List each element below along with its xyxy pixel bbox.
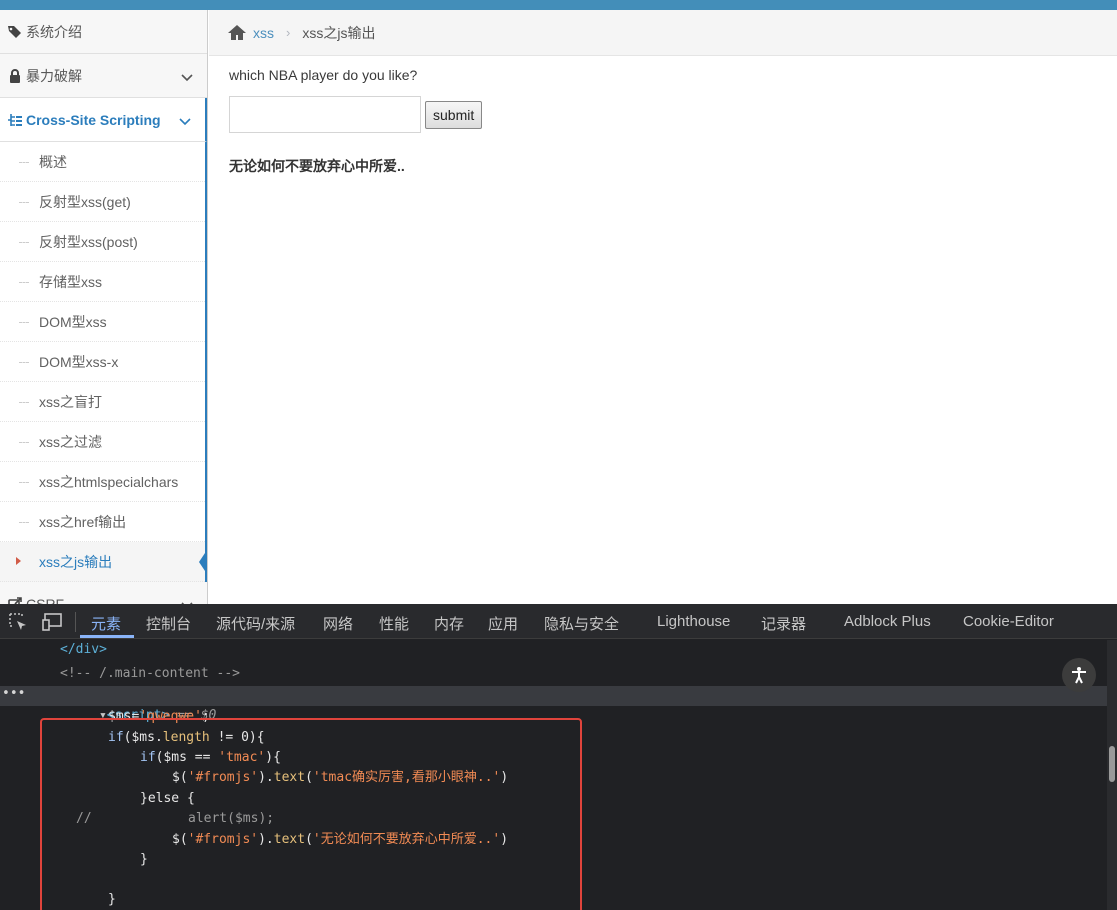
active-caret-icon (199, 550, 207, 574)
devtools-panel: 元素 控制台 源代码/来源 网络 性能 内存 应用 隐私与安全 Lighthou… (0, 604, 1117, 910)
xss-submenu: 概述 反射型xss(get) 反射型xss(post) 存储型xss DOM型x… (0, 142, 207, 582)
code-close-div[interactable]: </div> (60, 642, 107, 657)
breadcrumb-current: xss之js输出 (302, 24, 376, 41)
tab-console[interactable]: 控制台 (146, 613, 191, 634)
share-icon (6, 596, 24, 604)
submenu-item-htmlspecialchars[interactable]: xss之htmlspecialchars (0, 462, 205, 502)
top-navbar (0, 0, 1117, 10)
tab-application[interactable]: 应用 (488, 613, 518, 634)
sidebar-item-bruteforce[interactable]: 暴力破解 (0, 54, 207, 98)
submenu-item-dom[interactable]: DOM型xss (0, 302, 205, 342)
sidebar: 系统介绍 暴力破解 Cross-Site Scripting 概述 反射型xss… (0, 10, 208, 604)
scrollbar-thumb[interactable] (1109, 746, 1115, 782)
tab-network[interactable]: 网络 (323, 613, 353, 634)
fromjs-output: 无论如何不要放弃心中所爱.. (229, 158, 405, 174)
chevron-down-icon (179, 113, 191, 129)
search-form: submit (229, 96, 1109, 133)
question-label: which NBA player do you like? (229, 67, 418, 83)
tags-icon (6, 25, 24, 39)
submenu-item-href[interactable]: xss之href输出 (0, 502, 205, 542)
tree-icon (6, 113, 24, 127)
submenu-item-stored[interactable]: 存储型xss (0, 262, 205, 302)
submenu-item-label: xss之过滤 (39, 433, 102, 450)
lock-icon (6, 68, 24, 83)
inspect-element-icon[interactable] (8, 612, 28, 636)
submenu-item-label: xss之htmlspecialchars (39, 473, 179, 490)
sidebar-item-xss[interactable]: Cross-Site Scripting (0, 98, 207, 142)
tab-cookie-editor[interactable]: Cookie-Editor (963, 613, 1054, 630)
submenu-item-label: 存储型xss (39, 273, 102, 290)
breadcrumb-link-xss[interactable]: xss (253, 25, 274, 41)
submenu-item-label: 反射型xss(get) (39, 193, 131, 210)
tab-memory[interactable]: 内存 (434, 613, 464, 634)
player-input[interactable] (229, 96, 421, 133)
tab-privacy-security[interactable]: 隐私与安全 (544, 613, 619, 634)
device-toolbar-icon[interactable] (42, 612, 64, 636)
sidebar-item-label: CSRF (26, 595, 65, 605)
submenu-item-reflected-get[interactable]: 反射型xss(get) (0, 182, 205, 222)
main-content: which NBA player do you like? submit 无论如… (229, 56, 1109, 176)
submenu-item-dom-x[interactable]: DOM型xss-x (0, 342, 205, 382)
active-tab-indicator (80, 635, 134, 638)
submit-button[interactable]: submit (425, 100, 483, 129)
submenu-item-js-output[interactable]: xss之js输出 (0, 542, 207, 582)
code-comment[interactable]: <!-- /.main-content --> (60, 666, 240, 681)
sidebar-item-label: 暴力破解 (26, 67, 82, 84)
sidebar-item-csrf[interactable]: CSRF (0, 582, 207, 604)
submenu-item-label: DOM型xss-x (39, 353, 119, 370)
more-options-icon[interactable]: ••• (2, 686, 25, 701)
submenu-item-blind[interactable]: xss之盲打 (0, 382, 205, 422)
submenu-item-label: 反射型xss(post) (39, 233, 138, 250)
submenu-item-filter[interactable]: xss之过滤 (0, 422, 205, 462)
chevron-right-icon: › (286, 25, 291, 40)
tab-sources[interactable]: 源代码/来源 (216, 613, 295, 634)
sidebar-item-intro[interactable]: 系统介绍 (0, 10, 207, 54)
submenu-item-label: xss之盲打 (39, 393, 102, 410)
submenu-item-reflected-post[interactable]: 反射型xss(post) (0, 222, 205, 262)
red-highlight-box (40, 718, 582, 910)
submenu-item-overview[interactable]: 概述 (0, 142, 205, 182)
submenu-item-label: DOM型xss (39, 313, 107, 330)
tab-elements[interactable]: 元素 (91, 613, 121, 634)
accessibility-icon[interactable] (1062, 658, 1096, 692)
toolbar-divider (75, 612, 76, 632)
sidebar-item-label: Cross-Site Scripting (26, 111, 161, 128)
active-arrow-icon (16, 557, 21, 565)
elements-tree[interactable]: ••• </div> <!-- /.main-content --> ▾<scr… (0, 640, 1107, 910)
tab-lighthouse[interactable]: Lighthouse (657, 613, 730, 630)
chevron-down-icon (181, 69, 193, 85)
devtools-tabbar: 元素 控制台 源代码/来源 网络 性能 内存 应用 隐私与安全 Lighthou… (0, 604, 1117, 639)
breadcrumb: xss › xss之js输出 (209, 10, 1117, 56)
tab-performance[interactable]: 性能 (379, 613, 409, 634)
home-icon[interactable] (227, 24, 247, 41)
vertical-scrollbar[interactable] (1107, 640, 1117, 910)
submenu-item-label: 概述 (39, 153, 67, 170)
submenu-item-label: xss之js输出 (39, 553, 113, 570)
chevron-down-icon (181, 597, 193, 604)
submenu-item-label: xss之href输出 (39, 513, 127, 530)
tab-adblock-plus[interactable]: Adblock Plus (844, 613, 931, 630)
tab-recorder[interactable]: 记录器 (761, 613, 806, 634)
sidebar-item-label: 系统介绍 (26, 23, 82, 40)
